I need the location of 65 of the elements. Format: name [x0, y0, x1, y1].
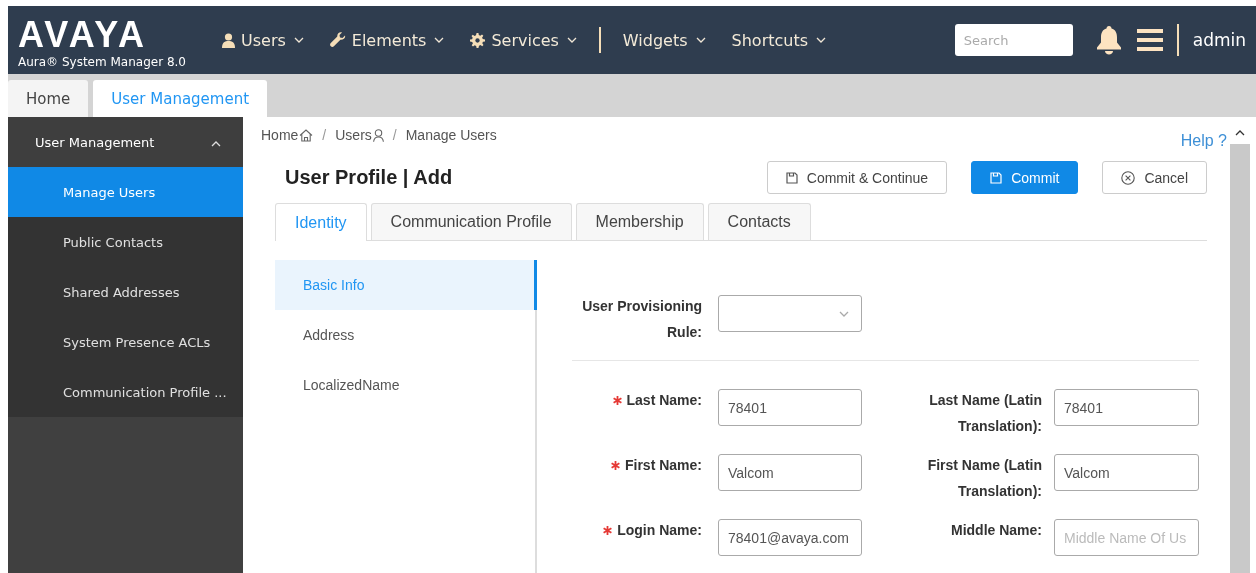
text-field[interactable]: Valcom [718, 454, 862, 491]
bell-icon[interactable] [1094, 25, 1123, 55]
field-label: First Name (Latin Translation): [926, 456, 1042, 501]
breadcrumb-link[interactable]: Manage Users [405, 127, 497, 143]
field-label: Login Name: [617, 521, 702, 540]
nav-menu[interactable]: Users [222, 30, 304, 50]
sidebar-header[interactable]: User Management [8, 117, 243, 167]
search-field[interactable]: Search [954, 24, 1073, 56]
chevron-down-icon [434, 37, 445, 43]
field-label: Last Name: [626, 391, 702, 410]
text-field[interactable]: Middle Name Of Us [1054, 519, 1199, 556]
breadcrumb-link[interactable]: Users [335, 127, 372, 143]
home-icon [299, 128, 314, 142]
chevron-down-icon [566, 37, 577, 43]
page-tab[interactable]: Home [8, 80, 89, 117]
text-field[interactable]: 78401 [1054, 389, 1199, 426]
text-field[interactable]: Valcom [1054, 454, 1199, 491]
breadcrumb-separator: / [322, 127, 327, 143]
sidebar-item[interactable]: System Presence ACLs [8, 317, 243, 367]
user-name[interactable]: admin [1192, 30, 1246, 50]
wrench-icon [329, 32, 346, 48]
chevron-down-icon [695, 37, 706, 43]
save-icon [785, 171, 798, 184]
section-item[interactable]: Address [275, 310, 537, 360]
nav-menu[interactable]: Shortcuts [731, 30, 827, 50]
cancel-icon [1121, 170, 1136, 185]
gear-icon [470, 32, 486, 48]
logo-text: AVAYA [18, 17, 149, 53]
sidebar-title: User Management [35, 134, 155, 150]
field-label: Middle Name: [951, 521, 1042, 540]
product-name: Aura® System Manager 8.0 [18, 55, 187, 69]
breadcrumb-link[interactable]: Home [261, 127, 299, 143]
cancel-button[interactable]: Cancel [1102, 161, 1207, 194]
page-title: User Profile | Add [285, 166, 453, 189]
chevron-down-icon [839, 310, 849, 317]
text-field[interactable]: 78401 [718, 389, 862, 426]
form-tab[interactable]: Contacts [707, 203, 811, 240]
save-icon [990, 171, 1003, 184]
user-icon [222, 32, 235, 48]
user-icon [372, 128, 384, 142]
form-tab[interactable]: Communication Profile [370, 203, 572, 240]
sidebar-item[interactable]: Communication Profile ... [8, 367, 243, 417]
dropdown-field[interactable] [718, 295, 862, 332]
commit-button[interactable]: Commit [971, 161, 1079, 194]
text-field[interactable]: 78401@avaya.com [718, 519, 862, 556]
sidebar-item[interactable]: Public Contacts [8, 217, 243, 267]
field-label: Last Name (Latin Translation): [928, 391, 1042, 436]
help-link[interactable]: Help ? [1180, 132, 1227, 150]
field-label: First Name: [624, 456, 702, 475]
chevron-down-icon [816, 37, 827, 43]
nav-menu[interactable]: Elements [329, 30, 445, 50]
scroll-up-icon [1235, 130, 1245, 136]
section-item[interactable]: LocalizedName [275, 360, 537, 410]
chevron-up-icon [211, 140, 221, 147]
form-tab[interactable]: Membership [575, 203, 704, 240]
breadcrumb-separator: / [392, 127, 397, 143]
menu-icon[interactable] [1136, 29, 1163, 51]
chevron-down-icon [293, 37, 304, 43]
sidebar-item[interactable]: Shared Addresses [8, 267, 243, 317]
field-label: User Provisioning Rule: [581, 297, 702, 342]
commit-button[interactable]: Commit & Continue [766, 161, 948, 194]
nav-menu[interactable]: Widgets [622, 30, 706, 50]
sidebar-item[interactable]: Manage Users [8, 167, 243, 217]
nav-menu[interactable]: Services [470, 30, 577, 50]
scrollbar[interactable] [1230, 144, 1250, 573]
